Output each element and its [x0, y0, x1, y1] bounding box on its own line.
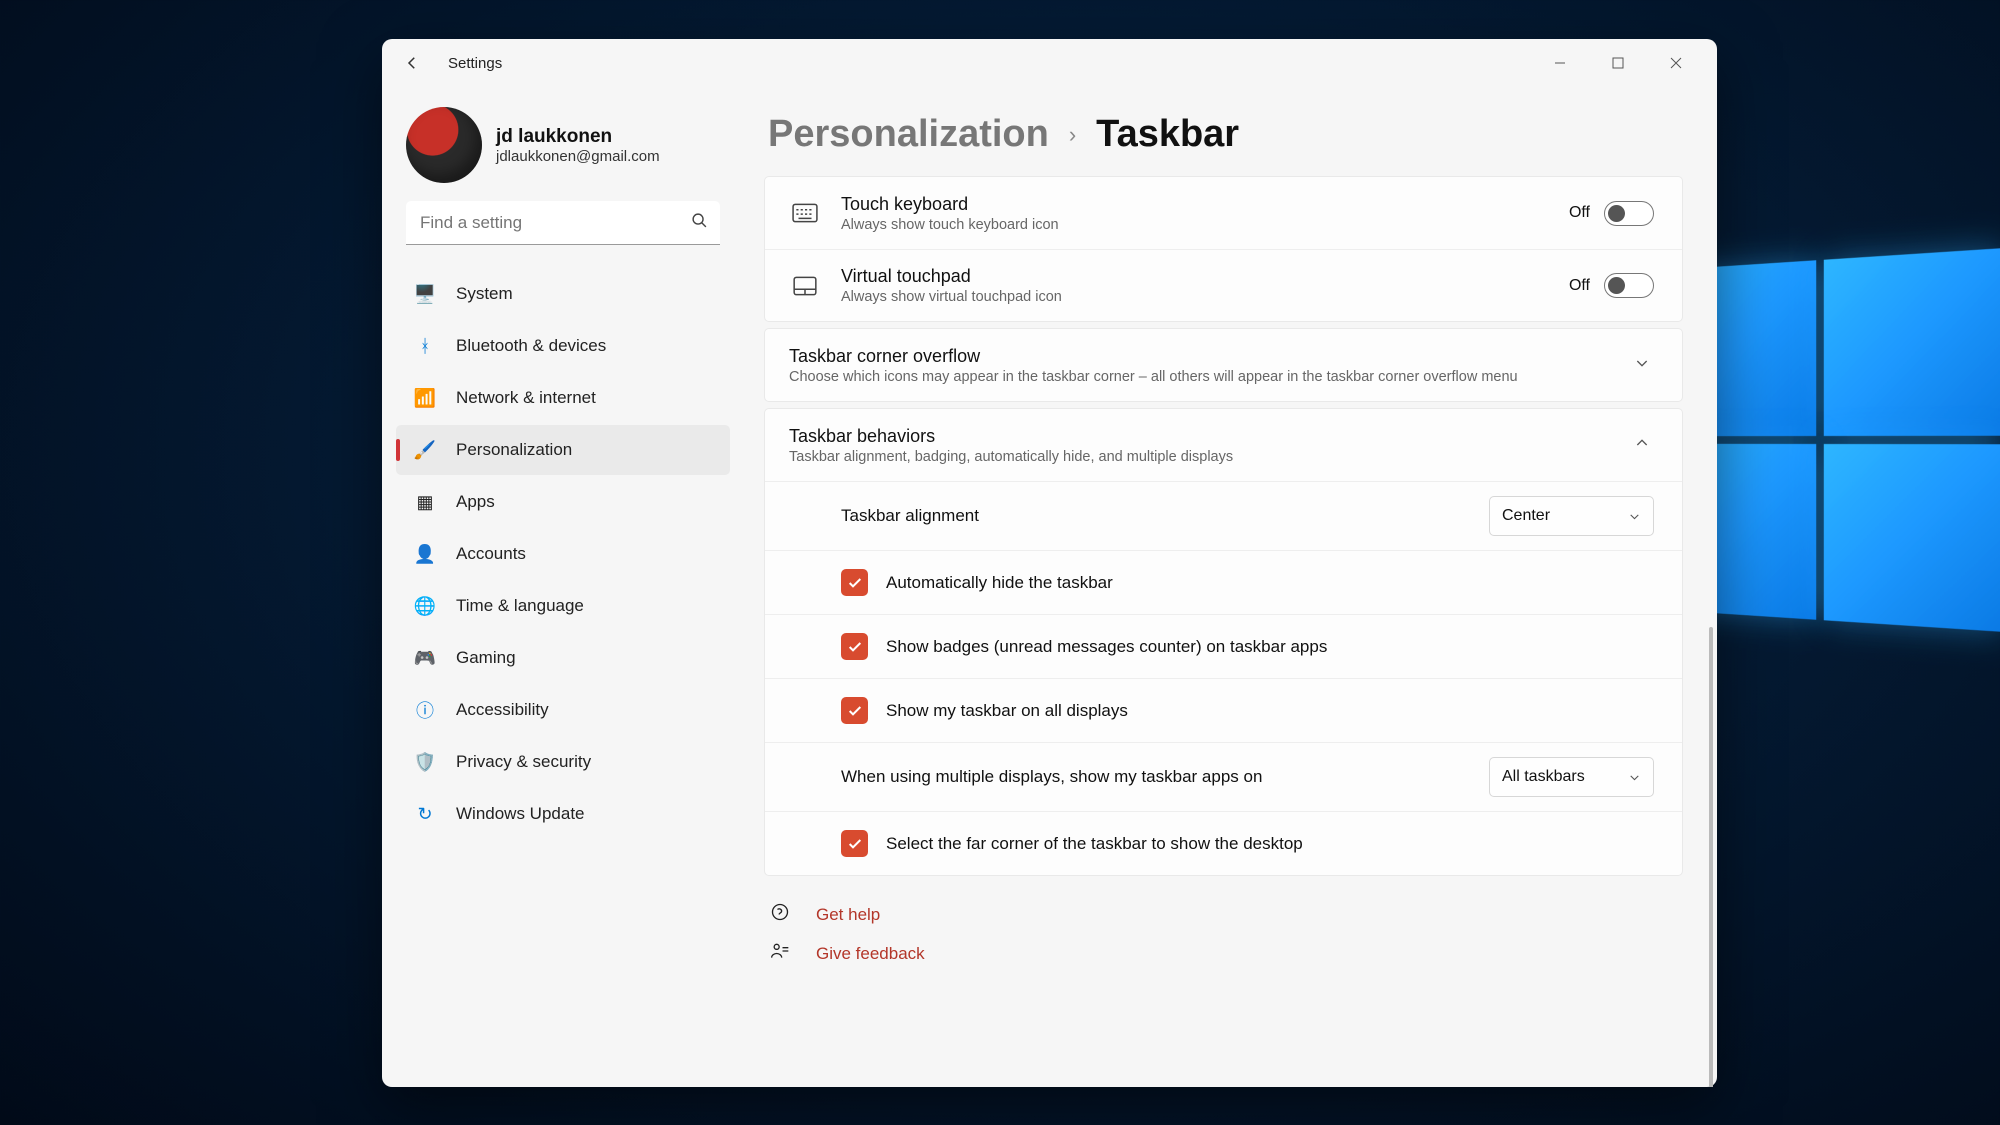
close-button[interactable] — [1647, 43, 1705, 83]
gamepad-icon: 🎮 — [414, 647, 436, 669]
row-auto-hide[interactable]: Automatically hide the taskbar — [765, 550, 1682, 614]
row-title: Touch keyboard — [841, 194, 1549, 215]
row-touch-keyboard[interactable]: Touch keyboard Always show touch keyboar… — [765, 177, 1682, 249]
touchpad-icon — [789, 276, 821, 296]
row-alignment: Taskbar alignment Center — [765, 481, 1682, 550]
breadcrumb-parent[interactable]: Personalization — [768, 113, 1049, 156]
toggle-state: Off — [1569, 204, 1590, 222]
nav-item-system[interactable]: 🖥️System — [396, 269, 730, 319]
checkbox-far-corner[interactable] — [841, 830, 868, 857]
section-desc: Taskbar alignment, badging, automaticall… — [789, 449, 1610, 465]
shield-icon: 🛡️ — [414, 751, 436, 773]
toggles-card: Touch keyboard Always show touch keyboar… — [764, 176, 1683, 322]
nav-item-apps[interactable]: ▦Apps — [396, 477, 730, 527]
section-behaviors-header[interactable]: Taskbar behaviors Taskbar alignment, bad… — [765, 409, 1682, 481]
row-title: Virtual touchpad — [841, 266, 1549, 287]
row-label: Show badges (unread messages counter) on… — [886, 637, 1327, 657]
keyboard-icon — [789, 203, 821, 223]
accessibility-icon: ⓘ — [414, 699, 436, 721]
link-get-help[interactable]: Get help — [770, 902, 1683, 927]
chevron-down-icon — [1630, 355, 1654, 375]
nav-item-accessibility[interactable]: ⓘAccessibility — [396, 685, 730, 735]
row-label: Automatically hide the taskbar — [886, 573, 1113, 593]
profile-name: jd laukkonen — [496, 126, 660, 148]
checkbox-badges[interactable] — [841, 633, 868, 660]
link-feedback[interactable]: Give feedback — [770, 941, 1683, 966]
row-label: Show my taskbar on all displays — [886, 701, 1128, 721]
nav-item-update[interactable]: ↻Windows Update — [396, 789, 730, 839]
search-input[interactable] — [406, 201, 720, 245]
profile-block[interactable]: jd laukkonen jdlaukkonen@gmail.com — [392, 107, 734, 201]
monitor-icon: 🖥️ — [414, 283, 436, 305]
search-box — [406, 201, 720, 245]
nav-item-accounts[interactable]: 👤Accounts — [396, 529, 730, 579]
nav-item-bluetooth[interactable]: ᚼBluetooth & devices — [396, 321, 730, 371]
bluetooth-icon: ᚼ — [414, 335, 436, 357]
nav-item-time[interactable]: 🌐Time & language — [396, 581, 730, 631]
checkbox-auto-hide[interactable] — [841, 569, 868, 596]
section-title: Taskbar corner overflow — [789, 346, 1610, 367]
section-title: Taskbar behaviors — [789, 426, 1610, 447]
chevron-right-icon: › — [1069, 122, 1076, 148]
profile-email: jdlaukkonen@gmail.com — [496, 148, 660, 165]
toggle-virtual-touchpad[interactable] — [1604, 273, 1654, 298]
wifi-icon: 📶 — [414, 387, 436, 409]
nav-item-network[interactable]: 📶Network & internet — [396, 373, 730, 423]
dropdown-multi-displays[interactable]: All taskbars — [1489, 757, 1654, 797]
checkbox-all-displays[interactable] — [841, 697, 868, 724]
section-desc: Choose which icons may appear in the tas… — [789, 369, 1610, 385]
globe-icon: 🌐 — [414, 595, 436, 617]
person-icon: 👤 — [414, 543, 436, 565]
minimize-button[interactable] — [1531, 43, 1589, 83]
row-desc: Always show virtual touchpad icon — [841, 289, 1549, 305]
breadcrumb-current: Taskbar — [1096, 113, 1239, 156]
row-desc: Always show touch keyboard icon — [841, 217, 1549, 233]
dropdown-alignment[interactable]: Center — [1489, 496, 1654, 536]
scrollbar-thumb[interactable] — [1709, 627, 1713, 1087]
avatar — [406, 107, 482, 183]
row-all-displays[interactable]: Show my taskbar on all displays — [765, 678, 1682, 742]
maximize-button[interactable] — [1589, 43, 1647, 83]
paintbrush-icon: 🖌️ — [414, 439, 436, 461]
row-label: Taskbar alignment — [841, 506, 979, 526]
nav-list: 🖥️System ᚼBluetooth & devices 📶Network &… — [392, 263, 734, 839]
breadcrumb: Personalization › Taskbar — [764, 113, 1683, 156]
chevron-down-icon — [1628, 771, 1641, 784]
settings-window: Settings jd laukkonen jdlaukkonen@gmail.… — [382, 39, 1717, 1087]
feedback-icon — [770, 941, 792, 966]
update-icon: ↻ — [414, 803, 436, 825]
main-content: Personalization › Taskbar Touch keyboard… — [744, 87, 1717, 1087]
apps-icon: ▦ — [414, 491, 436, 513]
nav-item-personalization[interactable]: 🖌️Personalization — [396, 425, 730, 475]
chevron-down-icon — [1628, 510, 1641, 523]
window-title: Settings — [448, 55, 502, 72]
titlebar: Settings — [382, 39, 1717, 87]
row-virtual-touchpad[interactable]: Virtual touchpad Always show virtual tou… — [765, 249, 1682, 321]
nav-item-gaming[interactable]: 🎮Gaming — [396, 633, 730, 683]
toggle-state: Off — [1569, 277, 1590, 295]
help-icon — [770, 902, 792, 927]
nav-item-privacy[interactable]: 🛡️Privacy & security — [396, 737, 730, 787]
section-overflow[interactable]: Taskbar corner overflow Choose which ico… — [764, 328, 1683, 402]
back-button[interactable] — [394, 45, 430, 81]
search-icon — [691, 212, 708, 234]
row-far-corner[interactable]: Select the far corner of the taskbar to … — [765, 811, 1682, 875]
row-multi-displays: When using multiple displays, show my ta… — [765, 742, 1682, 811]
help-links: Get help Give feedback — [764, 882, 1683, 966]
row-label: When using multiple displays, show my ta… — [841, 767, 1262, 787]
chevron-up-icon — [1630, 435, 1654, 455]
sidebar: jd laukkonen jdlaukkonen@gmail.com 🖥️Sys… — [382, 87, 744, 1087]
row-badges[interactable]: Show badges (unread messages counter) on… — [765, 614, 1682, 678]
toggle-touch-keyboard[interactable] — [1604, 201, 1654, 226]
row-label: Select the far corner of the taskbar to … — [886, 834, 1303, 854]
section-behaviors: Taskbar behaviors Taskbar alignment, bad… — [764, 408, 1683, 876]
